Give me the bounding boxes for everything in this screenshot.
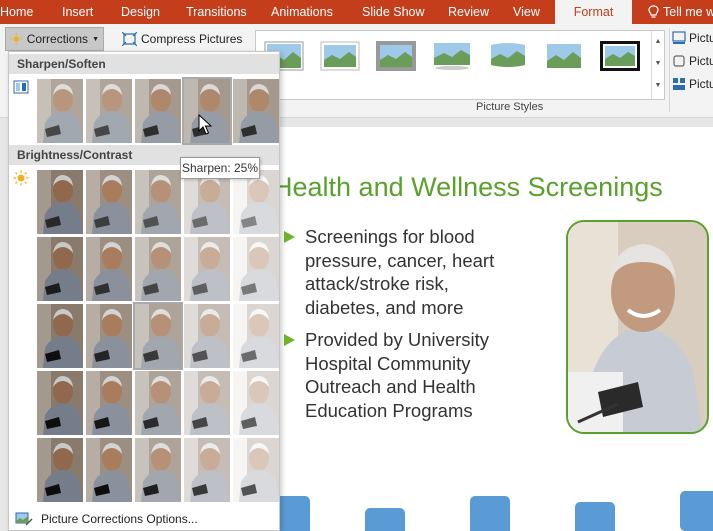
bullet-item[interactable]: Provided by University Hospital Communit… (284, 328, 519, 422)
tab-design[interactable]: Design (121, 0, 160, 24)
brightness-preset-thumb[interactable] (135, 371, 181, 435)
picture-border-label: Pictu (689, 31, 713, 45)
picture-style-6[interactable] (544, 41, 584, 71)
brightness-preset-thumb[interactable] (184, 170, 230, 234)
heart-pulse-icon (365, 508, 405, 531)
brightness-preset-thumb[interactable] (86, 237, 132, 301)
picture-layout-button[interactable]: Pictu (672, 74, 713, 94)
brightness-preset-thumb[interactable] (233, 371, 279, 435)
tab-review[interactable]: Review (448, 0, 489, 24)
brightness-preset-thumb[interactable] (184, 438, 230, 502)
group-divider (669, 28, 670, 112)
tab-slide-show[interactable]: Slide Show (362, 0, 425, 24)
bullet-arrow-icon (284, 334, 295, 346)
corrections-dropdown: Sharpen/Soften Brightness/Contrast Pictu… (8, 51, 280, 531)
brightness-preset-thumb[interactable] (233, 170, 279, 234)
corrections-icon (10, 33, 23, 45)
brightness-preset-thumb[interactable] (86, 438, 132, 502)
brightness-preset-thumb[interactable] (184, 304, 230, 368)
picture-effects-button[interactable]: Pictu (672, 51, 713, 71)
heart-pulse-icon (575, 502, 615, 531)
lightbulb-icon (648, 5, 659, 18)
patient-photo[interactable] (566, 220, 709, 434)
brightness-preset-thumb[interactable] (233, 304, 279, 368)
scroll-up-icon[interactable]: ▲ (652, 31, 664, 53)
brightness-preset-thumb[interactable] (86, 304, 132, 368)
mouse-pointer-icon (198, 114, 212, 135)
tab-view[interactable]: View (513, 0, 540, 24)
picture-style-5[interactable] (488, 41, 528, 71)
bullet-item[interactable]: Screenings for blood pressure, cancer, h… (284, 225, 519, 319)
picture-border-icon (672, 31, 686, 44)
bullet-text: Provided by University Hospital Communit… (305, 329, 490, 421)
brightness-preset-thumb[interactable] (86, 170, 132, 234)
corrections-button[interactable]: Corrections ▼ (5, 27, 104, 51)
tab-insert[interactable]: Insert (62, 0, 93, 24)
picture-styles-label: Picture Styles (476, 101, 544, 113)
brightness-preset-thumb[interactable] (184, 371, 230, 435)
brightness-preset-thumb[interactable] (233, 237, 279, 301)
scroll-down-icon[interactable]: ▼ (652, 53, 664, 75)
picture-styles-gallery: ▲ ▼ ▼ (255, 30, 665, 100)
brightness-preset-thumb[interactable] (86, 371, 132, 435)
slide-title[interactable]: Health and Wellness Screenings (273, 172, 663, 203)
compress-label: Compress Pictures (141, 32, 243, 46)
senior-man-photo (568, 222, 707, 432)
gallery-more-icon[interactable]: ▼ (652, 75, 664, 97)
brightness-preset-thumb[interactable] (135, 237, 181, 301)
sharpen-preset-thumb[interactable] (233, 79, 279, 143)
tab-animations[interactable]: Animations (271, 0, 333, 24)
tell-me-label: Tell me w (663, 5, 713, 19)
picture-style-7[interactable] (600, 41, 640, 71)
sharpen-tooltip: Sharpen: 25% (180, 157, 260, 179)
sharpen-preset-thumb[interactable] (135, 79, 181, 143)
bullet-arrow-icon (284, 231, 295, 243)
sharpen-soften-header: Sharpen/Soften (9, 54, 279, 74)
corrections-label: Corrections (26, 32, 89, 46)
tab-format[interactable]: Format (555, 0, 632, 24)
picture-effects-label: Pictu (689, 54, 713, 68)
sharpen-icon (13, 80, 29, 94)
brightness-preset-thumb[interactable] (135, 170, 181, 234)
brightness-preset-thumb[interactable] (133, 302, 183, 370)
compress-pictures-button[interactable]: Compress Pictures (122, 27, 242, 51)
tab-home[interactable]: Home (0, 0, 33, 24)
tab-transitions[interactable]: Transitions (186, 0, 247, 24)
heart-pulse-icon (470, 496, 510, 531)
bullet-text: Screenings for blood pressure, cancer, h… (305, 226, 495, 318)
sharpen-preset-thumb[interactable] (86, 79, 132, 143)
sharpen-preset-thumb[interactable] (37, 79, 83, 143)
sun-icon (13, 170, 29, 186)
brightness-preset-thumb[interactable] (37, 438, 83, 502)
picture-layout-label: Pictu (689, 77, 713, 91)
tell-me-search[interactable]: Tell me w (648, 0, 713, 24)
brightness-preset-thumb[interactable] (37, 371, 83, 435)
picture-effects-icon (673, 55, 685, 67)
gallery-scroll[interactable]: ▲ ▼ ▼ (651, 31, 664, 99)
picture-style-3[interactable] (376, 41, 416, 71)
brightness-preset-thumb[interactable] (233, 438, 279, 502)
chevron-down-icon: ▼ (92, 35, 99, 43)
brightness-preset-thumb[interactable] (37, 304, 83, 368)
brightness-preset-thumb[interactable] (184, 237, 230, 301)
picture-style-4[interactable] (432, 41, 472, 71)
ribbon-tab-bar: Home Insert Design Transitions Animation… (0, 0, 713, 24)
picture-border-button[interactable]: Pictu (672, 28, 713, 48)
picture-layout-icon (673, 78, 685, 90)
picture-style-2[interactable] (320, 41, 360, 71)
picture-options-icon (15, 512, 33, 526)
brightness-preset-thumb[interactable] (37, 237, 83, 301)
brightness-preset-thumb[interactable] (135, 438, 181, 502)
heart-pulse-icon (680, 491, 713, 531)
compress-icon (122, 32, 137, 46)
picture-corrections-options-button[interactable]: Picture Corrections Options... (9, 508, 279, 530)
picture-corrections-options-label: Picture Corrections Options... (41, 512, 198, 526)
brightness-preset-thumb[interactable] (37, 170, 83, 234)
